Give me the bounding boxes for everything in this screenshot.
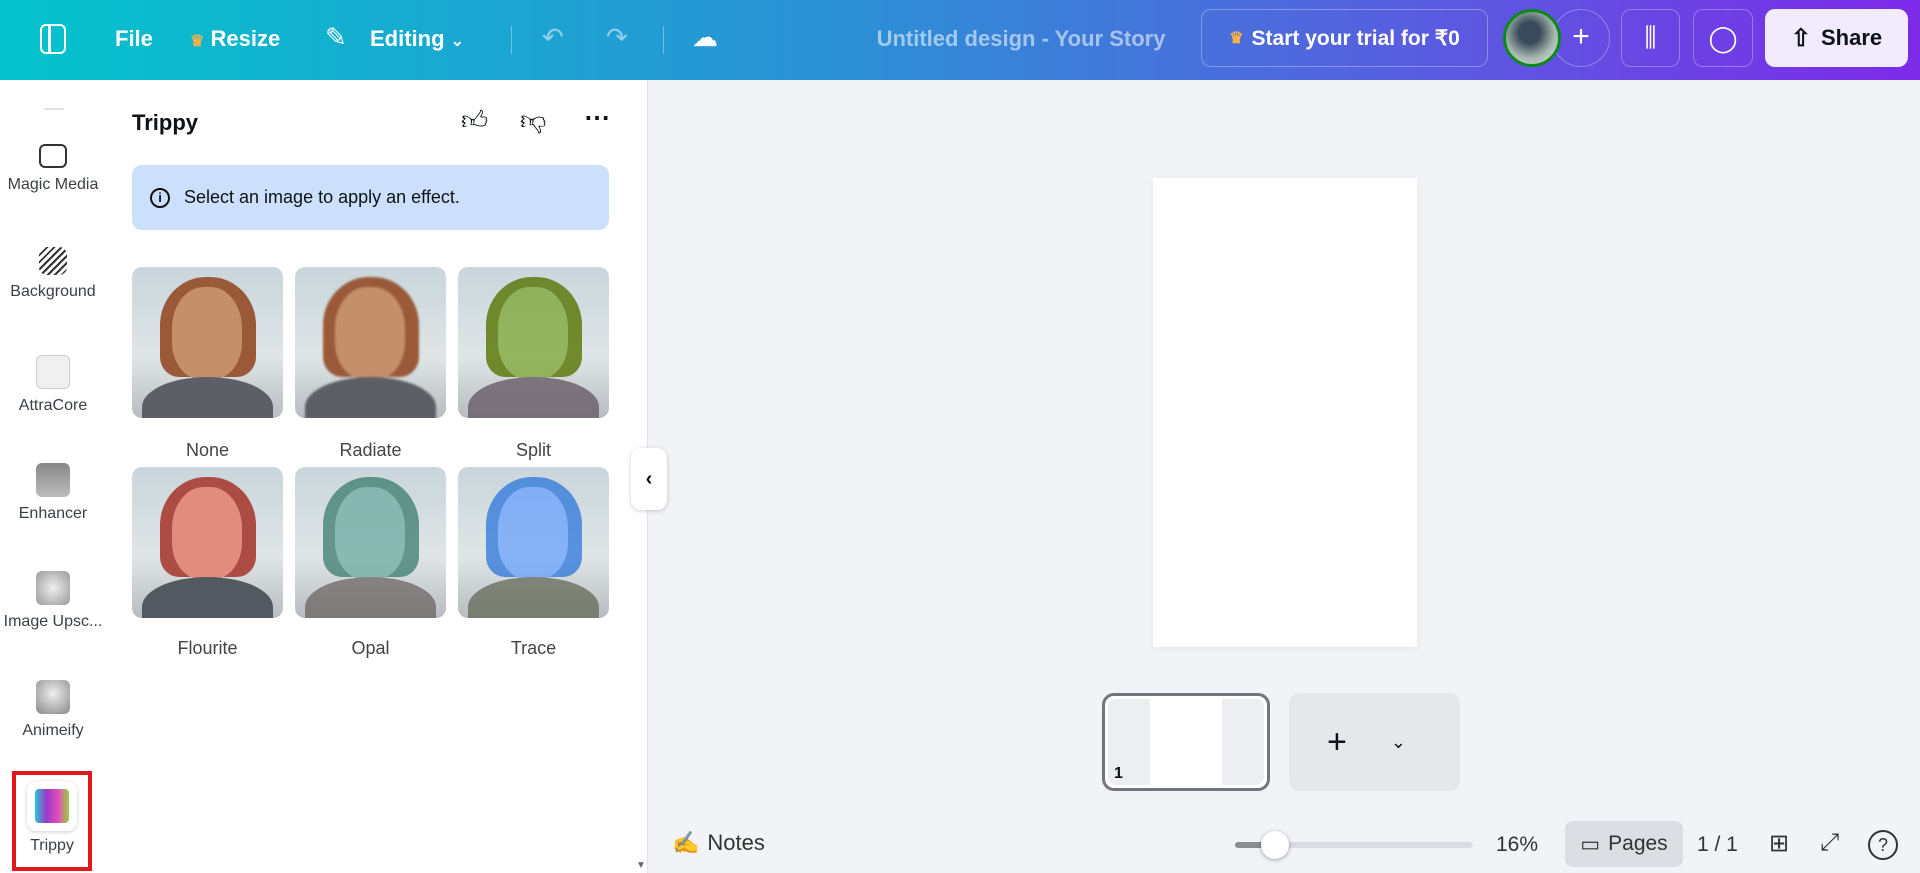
design-title[interactable]: Untitled design - Your Story: [860, 26, 1182, 52]
resize-button[interactable]: ♛ Resize: [190, 26, 280, 52]
sidebar-item-label: Enhancer: [18, 505, 88, 522]
enhancer-icon: [36, 463, 70, 497]
info-icon: i: [150, 187, 170, 208]
page-thumbnail[interactable]: 1: [1102, 693, 1270, 791]
info-text: Select an image to apply an effect.: [184, 187, 460, 207]
background-icon: [39, 247, 67, 275]
sidebar-item-magic-media[interactable]: Magic Media: [0, 140, 106, 194]
undo-icon[interactable]: ↶: [542, 22, 564, 53]
comments-button[interactable]: ◯: [1693, 9, 1753, 67]
zoom-slider[interactable]: [1235, 831, 1473, 859]
trippy-panel: Trippy 👍︎ 👎︎ ⋯ i Select an image to appl…: [106, 80, 667, 873]
sidebar-item-label: Trippy: [30, 837, 74, 854]
resize-label: Resize: [210, 26, 281, 51]
zoom-slider-handle[interactable]: [1261, 831, 1290, 859]
analytics-button[interactable]: ⫼: [1621, 9, 1680, 67]
pages-button[interactable]: ▭ Pages: [1565, 821, 1683, 867]
info-banner: i Select an image to apply an effect.: [132, 165, 609, 230]
share-label: Share: [1820, 25, 1883, 50]
editing-label: Editing: [370, 26, 445, 51]
attracore-icon: [36, 355, 70, 389]
effect-label: None: [185, 440, 230, 460]
sidebar-item-background[interactable]: Background: [0, 247, 106, 301]
share-button[interactable]: ⇧ Share: [1765, 9, 1908, 67]
effect-label: Split: [515, 440, 551, 460]
start-trial-button[interactable]: ♛ Start your trial for ₹0: [1201, 9, 1488, 67]
effect-thumbnail-radiate[interactable]: [295, 267, 446, 418]
editing-mode-dropdown[interactable]: Editing ⌄: [370, 26, 464, 52]
fullscreen-icon[interactable]: ⤢: [1820, 829, 1839, 857]
comment-icon: ◯: [1708, 22, 1738, 53]
scroll-indicator: [44, 108, 64, 110]
sidebar-item-label: Magic Media: [7, 176, 99, 193]
effect-label: Radiate: [339, 440, 402, 460]
top-bar: File ♛ Resize ✎ Editing ⌄ ↶ ↷ ☁ Untitled…: [0, 0, 1920, 80]
file-menu[interactable]: File: [115, 26, 153, 52]
crown-icon: ♛: [190, 33, 205, 50]
chevron-down-icon[interactable]: ⌄: [1391, 732, 1406, 753]
effect-thumbnail-none[interactable]: [132, 267, 283, 418]
zoom-level[interactable]: 16%: [1496, 833, 1538, 857]
magic-media-icon: [39, 144, 67, 168]
trippy-icon: [35, 789, 69, 823]
more-options-icon[interactable]: ⋯: [584, 102, 610, 133]
effect-label: Flourite: [177, 638, 238, 658]
sidebar-item-trippy[interactable]: Trippy: [12, 771, 92, 871]
page-count[interactable]: 1 / 1: [1697, 833, 1738, 857]
thumbs-up-icon[interactable]: 👍︎: [461, 105, 488, 136]
pages-icon: ▭: [1580, 832, 1601, 856]
divider: [511, 26, 512, 54]
effect-label: Trace: [510, 638, 557, 658]
add-page-button[interactable]: + ⌄: [1289, 693, 1460, 791]
side-panel-toggle-icon[interactable]: [40, 24, 66, 54]
sidebar-item-label: AttraCore: [18, 397, 88, 414]
trial-label: Start your trial for ₹0: [1251, 26, 1460, 50]
effect-thumbnail-opal[interactable]: [295, 467, 446, 618]
effect-thumbnail-split[interactable]: [458, 267, 609, 418]
chevron-down-icon: ⌄: [450, 33, 465, 50]
sidebar-item-label: Background: [10, 283, 96, 300]
design-page[interactable]: [1153, 178, 1417, 647]
sidebar-item-enhancer[interactable]: Enhancer: [0, 463, 106, 523]
user-avatar[interactable]: [1503, 9, 1561, 67]
thumbs-down-icon[interactable]: 👎︎: [520, 105, 546, 136]
notes-button[interactable]: ✍ Notes: [672, 830, 765, 856]
sidebar-item-label: Image Upsc...: [3, 613, 103, 630]
image-upscaler-icon: [36, 571, 70, 605]
scroll-down-arrow[interactable]: ▼: [636, 860, 646, 871]
upload-icon: ⇧: [1790, 24, 1811, 52]
apps-sidebar: Magic Media Background AttraCore Enhance…: [0, 80, 106, 873]
redo-icon[interactable]: ↷: [606, 22, 628, 53]
effect-thumbnail-flourite[interactable]: [132, 467, 283, 618]
bar-chart-icon: ⫼: [1644, 22, 1657, 52]
page-number: 1: [1114, 765, 1123, 782]
help-icon[interactable]: ?: [1868, 830, 1898, 860]
crown-icon: ♛: [1229, 30, 1244, 47]
sidebar-item-image-upscaler[interactable]: Image Upsc...: [0, 571, 106, 631]
pencil-icon: ✎: [325, 22, 347, 52]
panel-title: Trippy: [132, 110, 199, 135]
plus-icon: +: [1327, 722, 1347, 761]
grid-view-icon[interactable]: ⊞: [1769, 829, 1789, 858]
effect-thumbnail-trace[interactable]: [458, 467, 609, 618]
notes-label: Notes: [707, 830, 765, 855]
animeify-icon: [36, 680, 70, 714]
sidebar-item-animeify[interactable]: Animeify: [0, 680, 106, 740]
effect-label: Opal: [351, 638, 390, 658]
sidebar-item-attracore[interactable]: AttraCore: [0, 355, 106, 415]
divider: [663, 26, 664, 54]
notes-icon: ✍: [672, 830, 700, 855]
pages-label: Pages: [1608, 832, 1668, 855]
sidebar-item-label: Animeify: [22, 722, 84, 739]
collapse-panel-button[interactable]: ‹: [631, 448, 667, 510]
cloud-saved-icon[interactable]: ☁: [692, 22, 718, 53]
